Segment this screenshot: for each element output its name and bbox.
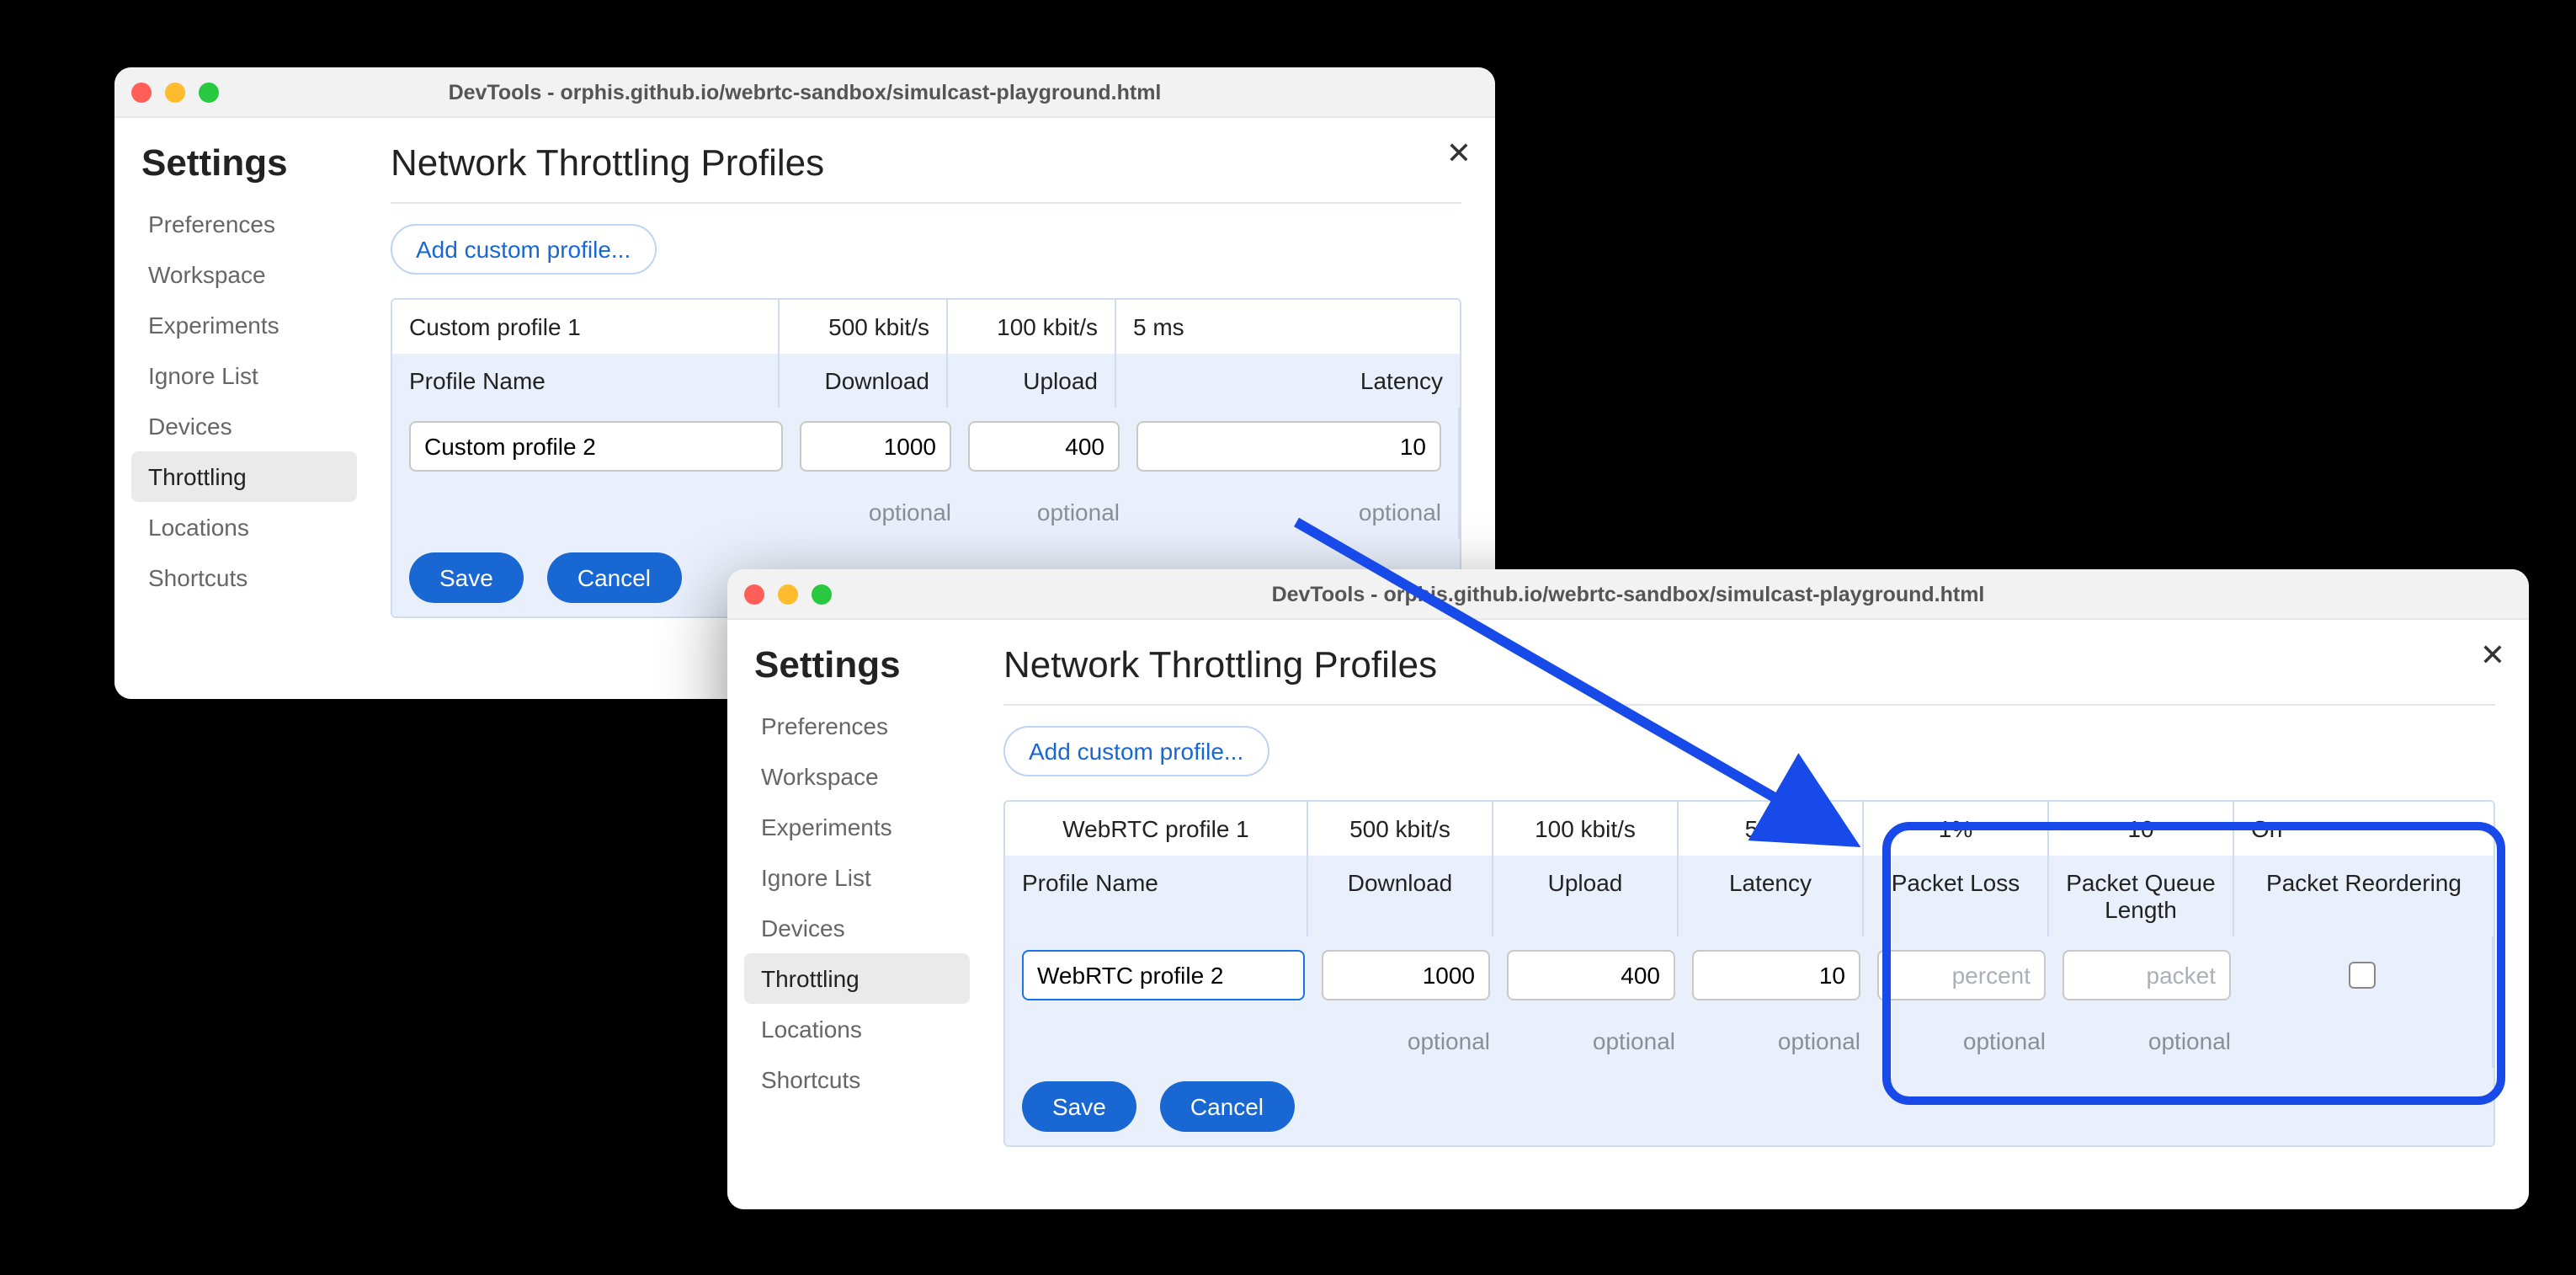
cancel-button[interactable]: Cancel (1160, 1081, 1294, 1132)
optional-label: optional (1507, 1027, 1675, 1054)
sidebar-item-locations[interactable]: Locations (131, 502, 357, 552)
cell-profile-name: WebRTC profile 1 (1005, 802, 1308, 856)
cell-download: 500 kbit/s (1308, 802, 1493, 856)
profile-row[interactable]: WebRTC profile 1 500 kbit/s 100 kbit/s 5… (1005, 802, 2494, 856)
devtools-window-after: DevTools - orphis.github.io/webrtc-sandb… (727, 569, 2529, 1209)
profile-row[interactable]: Custom profile 1 500 kbit/s 100 kbit/s 5… (392, 300, 1460, 354)
download-input[interactable] (1322, 950, 1490, 1000)
packet-reorder-checkbox[interactable] (2348, 962, 2375, 989)
cell-latency: 5 ms (1116, 300, 1460, 354)
save-button[interactable]: Save (1022, 1081, 1136, 1132)
optional-label: optional (968, 499, 1120, 525)
sidebar-item-throttling[interactable]: Throttling (131, 451, 357, 502)
panel-heading: Network Throttling Profiles (1003, 643, 2495, 706)
sidebar-item-locations[interactable]: Locations (744, 1004, 970, 1054)
col-packet-queue: Packet Queue Length (2049, 856, 2234, 936)
window-title: DevTools - orphis.github.io/webrtc-sandb… (727, 582, 2529, 605)
settings-heading: Settings (131, 141, 367, 199)
sidebar-item-devices[interactable]: Devices (744, 903, 970, 953)
cancel-button[interactable]: Cancel (547, 552, 681, 603)
sidebar-item-shortcuts[interactable]: Shortcuts (744, 1054, 970, 1105)
sidebar-item-preferences[interactable]: Preferences (744, 701, 970, 751)
profile-editor: optional optional optional optional opti… (1005, 936, 2494, 1145)
save-button[interactable]: Save (409, 552, 524, 603)
latency-input[interactable] (1692, 950, 1860, 1000)
cell-download: 500 kbit/s (780, 300, 948, 354)
cell-packet-queue: 10 (2049, 802, 2234, 856)
cell-upload: 100 kbit/s (948, 300, 1116, 354)
sidebar-item-workspace[interactable]: Workspace (744, 751, 970, 802)
col-latency: Latency (1116, 354, 1460, 408)
add-custom-profile-button[interactable]: Add custom profile... (1003, 726, 1269, 776)
optional-label: optional (1322, 1027, 1490, 1054)
sidebar-item-workspace[interactable]: Workspace (131, 249, 357, 300)
cell-upload: 100 kbit/s (1493, 802, 1679, 856)
col-download: Download (1308, 856, 1493, 936)
traffic-close-icon[interactable] (131, 82, 152, 102)
column-headers: Profile Name Download Upload Latency Pac… (1005, 856, 2494, 936)
cell-packet-reorder: On (2234, 802, 2494, 856)
sidebar-item-devices[interactable]: Devices (131, 401, 357, 451)
col-packet-loss: Packet Loss (1864, 856, 2049, 936)
profile-name-input[interactable] (409, 421, 783, 472)
traffic-max-icon[interactable] (199, 82, 219, 102)
profile-name-input[interactable] (1022, 950, 1305, 1000)
packet-loss-input[interactable] (1877, 950, 2046, 1000)
col-upload: Upload (948, 354, 1116, 408)
latency-input[interactable] (1136, 421, 1441, 472)
sidebar-item-shortcuts[interactable]: Shortcuts (131, 552, 357, 603)
cell-latency: 5 ms (1679, 802, 1864, 856)
settings-sidebar: Settings Preferences Workspace Experimen… (727, 620, 980, 1209)
window-title: DevTools - orphis.github.io/webrtc-sandb… (114, 80, 1495, 104)
close-icon[interactable]: ✕ (1446, 138, 1472, 168)
optional-label: optional (2062, 1027, 2231, 1054)
titlebar[interactable]: DevTools - orphis.github.io/webrtc-sandb… (114, 67, 1495, 118)
sidebar-item-preferences[interactable]: Preferences (131, 199, 357, 249)
settings-panel: ✕ Network Throttling Profiles Add custom… (980, 620, 2529, 1209)
sidebar-item-ignore-list[interactable]: Ignore List (131, 350, 357, 401)
traffic-min-icon[interactable] (778, 584, 798, 604)
download-input[interactable] (800, 421, 951, 472)
sidebar-item-throttling[interactable]: Throttling (744, 953, 970, 1004)
optional-label: optional (1136, 499, 1441, 525)
panel-heading: Network Throttling Profiles (391, 141, 1461, 204)
sidebar-item-ignore-list[interactable]: Ignore List (744, 852, 970, 903)
add-custom-profile-button[interactable]: Add custom profile... (391, 224, 656, 275)
cell-packet-loss: 1% (1864, 802, 2049, 856)
packet-queue-input[interactable] (2062, 950, 2231, 1000)
traffic-min-icon[interactable] (165, 82, 185, 102)
settings-heading: Settings (744, 643, 980, 701)
traffic-close-icon[interactable] (744, 584, 764, 604)
optional-label: optional (1692, 1027, 1860, 1054)
sidebar-item-experiments[interactable]: Experiments (744, 802, 970, 852)
col-profile-name: Profile Name (392, 354, 780, 408)
traffic-max-icon[interactable] (812, 584, 832, 604)
upload-input[interactable] (968, 421, 1120, 472)
column-headers: Profile Name Download Upload Latency (392, 354, 1460, 408)
col-profile-name: Profile Name (1005, 856, 1308, 936)
profiles-table: WebRTC profile 1 500 kbit/s 100 kbit/s 5… (1003, 800, 2495, 1147)
col-latency: Latency (1679, 856, 1864, 936)
upload-input[interactable] (1507, 950, 1675, 1000)
close-icon[interactable]: ✕ (2480, 640, 2505, 670)
col-download: Download (780, 354, 948, 408)
titlebar[interactable]: DevTools - orphis.github.io/webrtc-sandb… (727, 569, 2529, 620)
settings-sidebar: Settings Preferences Workspace Experimen… (114, 118, 367, 699)
optional-label: optional (800, 499, 951, 525)
cell-profile-name: Custom profile 1 (392, 300, 780, 354)
col-upload: Upload (1493, 856, 1679, 936)
optional-label: optional (1877, 1027, 2046, 1054)
col-packet-reorder: Packet Reordering (2234, 856, 2494, 936)
sidebar-item-experiments[interactable]: Experiments (131, 300, 357, 350)
